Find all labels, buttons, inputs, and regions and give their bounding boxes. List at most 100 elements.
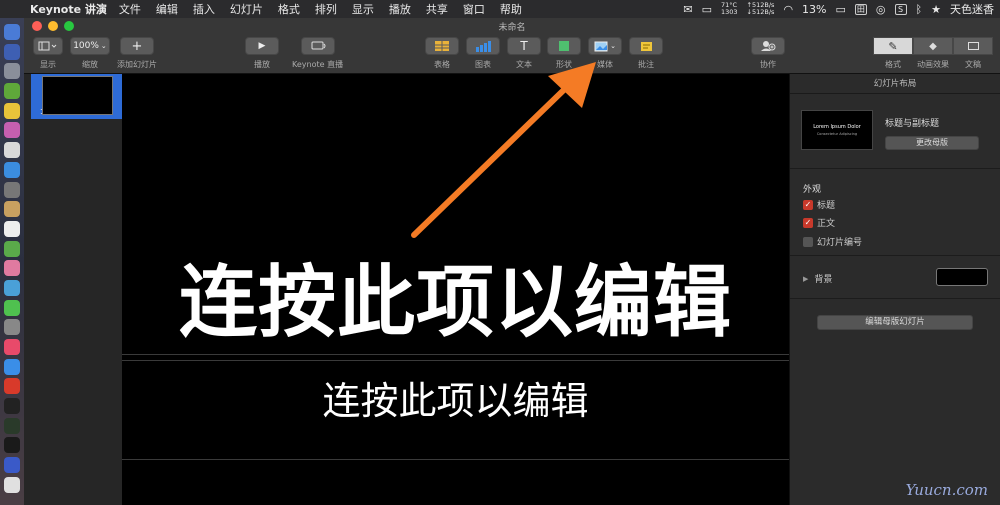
option-body[interactable]: ✓ 正文	[803, 216, 835, 229]
app-blue-icon[interactable]	[4, 279, 20, 296]
menu-window[interactable]: 窗口	[463, 1, 485, 17]
menu-share[interactable]: 共享	[426, 1, 448, 17]
animate-label: 动画效果	[917, 60, 949, 69]
console-icon[interactable]	[4, 437, 20, 454]
mail-icon[interactable]: ✉	[683, 3, 692, 16]
slide-thumbnail-selected[interactable]: 1	[31, 74, 122, 119]
comment-icon	[640, 41, 652, 51]
background-row[interactable]: ▶ 背景	[803, 272, 832, 286]
subtitle-placeholder-top-border	[122, 360, 789, 361]
document-button[interactable]	[953, 37, 993, 55]
zoom-select[interactable]: 100% ⌄	[70, 37, 110, 55]
master-thumbnail[interactable]: Lorem Ipsum Dolor Consectetur Adipiscing	[801, 110, 873, 150]
messages-icon[interactable]	[4, 299, 20, 316]
keynote-live-button[interactable]	[300, 37, 335, 55]
text-label: 文本	[516, 60, 532, 69]
input-method-icon[interactable]: 田	[854, 3, 867, 15]
text-button[interactable]: T	[507, 37, 541, 55]
terminal-icon[interactable]	[4, 398, 20, 415]
battery-icon[interactable]: ▭	[836, 3, 846, 16]
background-color-well[interactable]	[936, 268, 988, 286]
photos-icon[interactable]	[4, 260, 20, 277]
menu-edit[interactable]: 编辑	[156, 1, 178, 17]
menu-view[interactable]: 显示	[352, 1, 374, 17]
safari-icon[interactable]	[4, 161, 20, 178]
slide-canvas[interactable]: 连按此项以编辑 连按此项以编辑	[122, 74, 789, 505]
vpn-icon[interactable]	[4, 457, 20, 474]
shape-button[interactable]	[547, 37, 581, 55]
change-master-button[interactable]: 更改母版	[885, 136, 979, 150]
menu-format[interactable]: 格式	[278, 1, 300, 17]
view-button[interactable]	[33, 37, 63, 55]
collaborate-label: 协作	[760, 60, 776, 69]
app-gray-icon[interactable]	[4, 181, 20, 198]
option-slide-number[interactable]: 幻灯片编号	[803, 235, 862, 248]
menu-file[interactable]: 文件	[119, 1, 141, 17]
android-icon[interactable]	[4, 83, 20, 100]
table-button[interactable]	[425, 37, 459, 55]
monitor-icon[interactable]: ▭	[702, 3, 712, 16]
slide-thumbnail[interactable]	[42, 76, 113, 115]
collaborate-button[interactable]	[751, 37, 785, 55]
format-button[interactable]: ✎	[873, 37, 913, 55]
sensor-readout[interactable]: 71°C 1303	[721, 2, 738, 16]
media-chevron-icon: ⌄	[610, 42, 616, 50]
play-button[interactable]: ▶	[245, 37, 279, 55]
zoom-value: 100%	[73, 41, 99, 51]
animate-button[interactable]: ◆	[913, 37, 953, 55]
add-slide-button[interactable]: +	[120, 37, 154, 55]
window-title-bar[interactable]: 未命名	[24, 18, 1000, 34]
contacts-icon[interactable]	[4, 201, 20, 218]
slide-number-checkbox[interactable]	[803, 236, 813, 247]
bluetooth-icon[interactable]: ᛒ	[916, 3, 923, 16]
title-checkbox[interactable]: ✓	[803, 199, 813, 210]
disclosure-triangle-icon[interactable]: ▶	[803, 275, 808, 283]
settings-icon[interactable]	[4, 319, 20, 336]
tab-document[interactable]: 文稿	[953, 37, 993, 70]
menu-slide[interactable]: 幻灯片	[230, 1, 263, 17]
media-icon	[594, 41, 608, 51]
menu-insert[interactable]: 插入	[193, 1, 215, 17]
app-y-icon[interactable]	[4, 476, 20, 493]
battery-percent[interactable]: 13%	[802, 3, 826, 16]
chrome-icon[interactable]	[4, 102, 20, 119]
calendar-icon[interactable]	[4, 220, 20, 237]
checkmark-icon: ✓	[804, 200, 812, 209]
zoom-control: 100% ⌄ 缩放	[70, 37, 110, 70]
star-icon[interactable]: ★	[931, 3, 941, 16]
activity-monitor-icon[interactable]	[4, 417, 20, 434]
tab-format[interactable]: ✎ 格式	[873, 37, 913, 70]
edit-master-button[interactable]: 编辑母版幻灯片	[817, 315, 973, 330]
app-store-icon[interactable]	[4, 358, 20, 375]
slide-subtitle[interactable]: 连按此项以编辑	[122, 370, 789, 425]
app-purple-icon[interactable]	[4, 122, 20, 139]
keynote-live-label: Keynote 直播	[292, 60, 344, 69]
option-title[interactable]: ✓ 标题	[803, 198, 835, 211]
launchpad-icon[interactable]	[4, 63, 20, 80]
menu-help[interactable]: 帮助	[500, 1, 522, 17]
siri-icon[interactable]	[4, 43, 20, 60]
menu-app-name[interactable]: Keynote 讲演	[30, 1, 107, 17]
chart-button[interactable]	[466, 37, 500, 55]
add-slide-control: + 添加幻灯片	[117, 37, 157, 70]
toolbar: 显示 100% ⌄ 缩放 + 添加幻灯片 ▶ 播放 Keynote 直播 表格 …	[24, 34, 1000, 74]
slide-title[interactable]: 连按此项以编辑	[122, 240, 789, 352]
app-white-icon[interactable]	[4, 142, 20, 159]
subtitle-placeholder-bottom-border	[122, 459, 789, 460]
menu-play[interactable]: 播放	[389, 1, 411, 17]
body-checkbox[interactable]: ✓	[803, 217, 813, 228]
app-s-icon[interactable]: S	[894, 3, 907, 15]
wifi-icon[interactable]: ◠	[783, 3, 793, 16]
maps-icon[interactable]	[4, 240, 20, 257]
user-name[interactable]: 天色迷香	[950, 1, 994, 17]
tab-animate[interactable]: ◆ 动画效果	[913, 37, 953, 70]
paintbrush-icon: ✎	[888, 39, 898, 53]
user-switch-icon[interactable]: ◎	[876, 3, 886, 16]
comment-button[interactable]	[629, 37, 663, 55]
vivaldi-icon[interactable]	[4, 378, 20, 395]
menu-arrange[interactable]: 排列	[315, 1, 337, 17]
finder-icon[interactable]	[4, 24, 20, 40]
network-readout[interactable]: ↑512B/s ↓512B/s	[747, 2, 775, 16]
media-button[interactable]: ⌄	[588, 37, 622, 55]
music-icon[interactable]	[4, 339, 20, 355]
